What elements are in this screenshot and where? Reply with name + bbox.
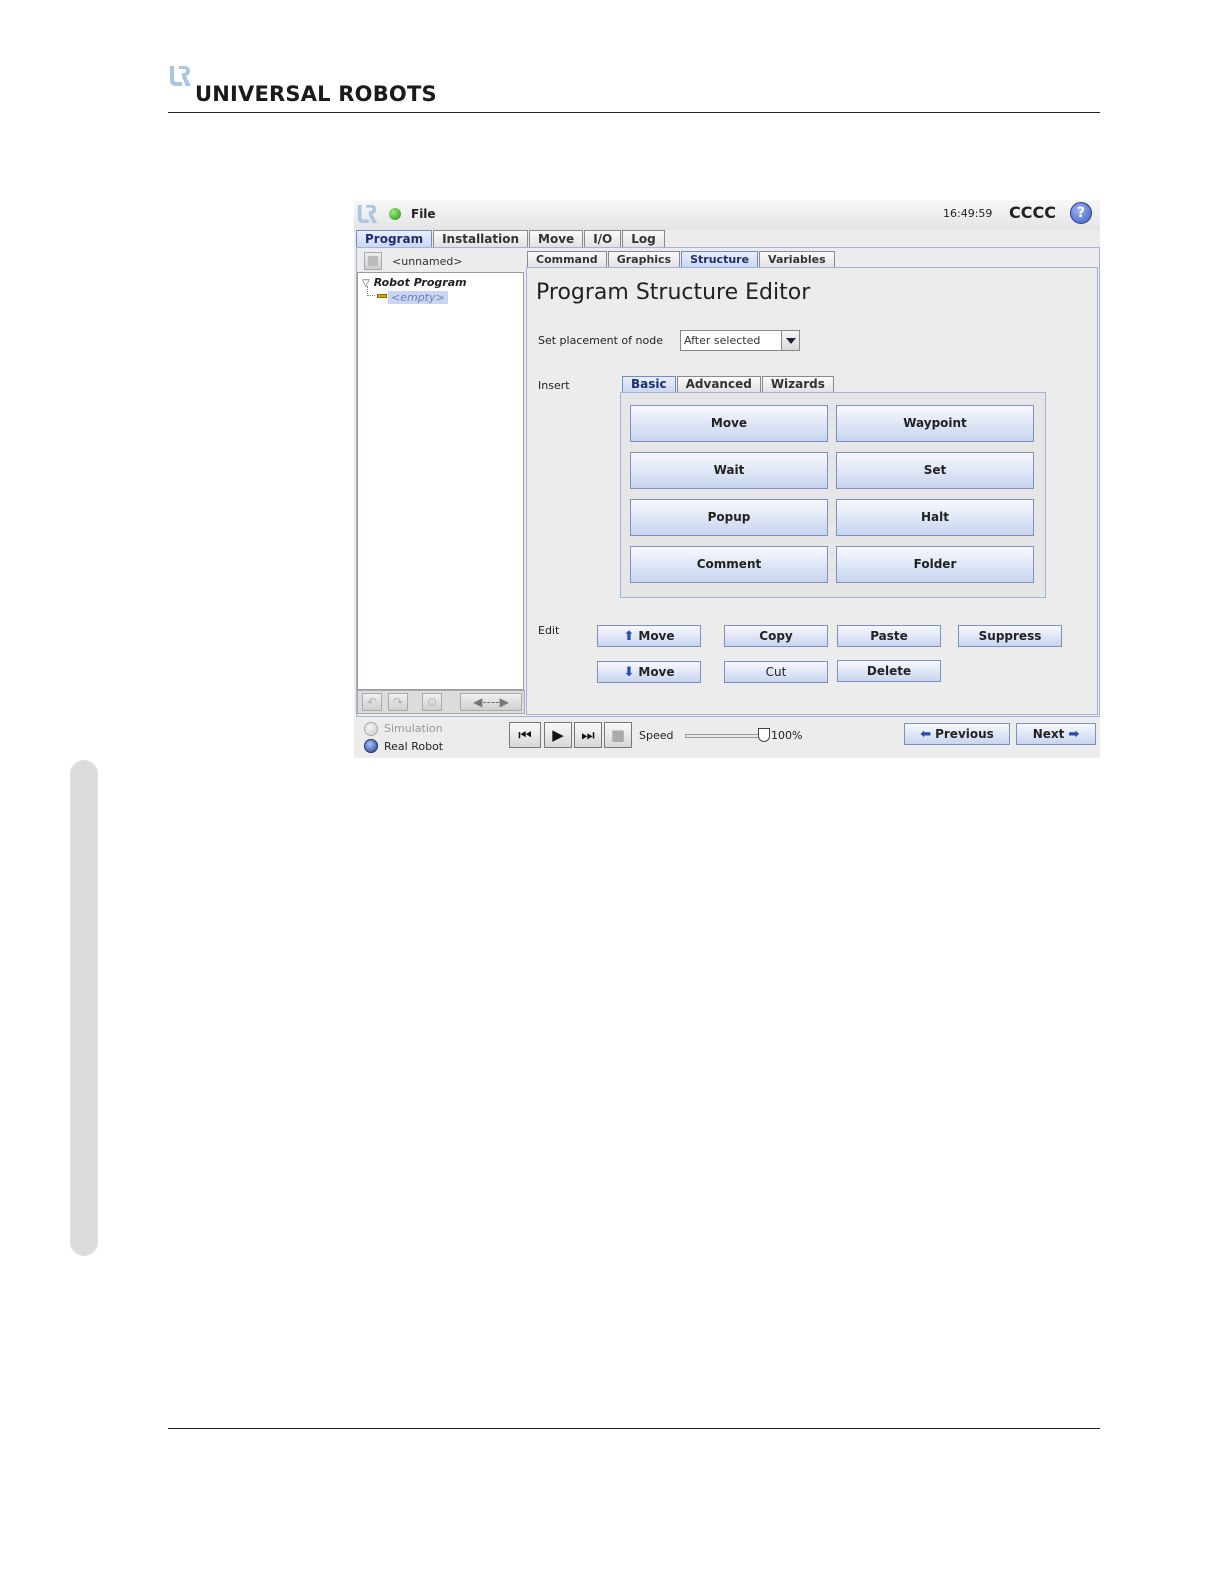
insert-waypoint-button[interactable]: Waypoint [836,405,1034,442]
brand-name: UNIVERSAL ROBOTS [195,82,437,106]
tab-variables[interactable]: Variables [759,251,835,267]
suppress-node-icon[interactable]: ⊙ [422,693,442,711]
tab-move[interactable]: Move [529,230,584,247]
stop-icon[interactable]: ■ [604,722,632,748]
arrow-up-icon: ⬆ [623,629,635,644]
bottom-bar: Simulation Real Robot ⏮ ▶ ⏭ ■ Speed 100%… [354,718,1100,758]
arrow-down-icon: ⬇ [623,665,635,680]
next-label: Next [1032,727,1065,741]
tab-graphics[interactable]: Graphics [607,251,681,267]
page-title: Program Structure Editor [536,280,811,305]
tree-root-node[interactable]: ▽ Robot Program [362,276,467,289]
program-sub-tabs: Command Graphics Structure Variables [527,251,836,268]
speed-label: Speed [639,729,674,742]
move-down-label: Move [638,665,675,679]
universal-robots-logo: UNIVERSAL ROBOTS [168,64,437,108]
ur-logo-icon [357,204,378,224]
next-button[interactable]: Next ➡ [1016,723,1096,745]
copy-button[interactable]: Copy [724,625,828,647]
insert-panel: Move Waypoint Wait Set Popup Halt Commen… [620,392,1046,598]
edit-label: Edit [538,624,560,637]
tab-io[interactable]: I/O [584,230,622,247]
insert-tabs: Basic Advanced Wizards [622,376,835,393]
simulation-radio[interactable] [364,722,378,736]
tree-toolbar: ↶ ↷ ⊙ ◀----▶ [357,690,525,714]
side-tab [70,760,98,1256]
suppress-button[interactable]: Suppress [958,625,1062,647]
title-bar: File 16:49:59 CCCC ? [354,200,1100,230]
speed-value: 100% [771,729,803,742]
tree-root-label: Robot Program [373,276,467,289]
arrow-left-icon: ⬅ [920,727,932,742]
program-tree: ▽ Robot Program <empty> [357,272,524,690]
polyscope-window: File 16:49:59 CCCC ? Program Installatio… [354,200,1100,758]
insert-wait-button[interactable]: Wait [630,452,828,489]
robot-status-icon [389,208,401,220]
real-robot-label: Real Robot [384,740,444,753]
play-icon[interactable]: ▶ [544,722,572,748]
ur-logo-mark-icon [170,66,191,86]
tree-empty-node[interactable]: <empty> [388,291,448,304]
help-icon[interactable]: ? [1070,202,1092,224]
move-up-label: Move [638,629,675,643]
tab-command[interactable]: Command [527,251,607,267]
header-rule [168,112,1100,113]
insert-set-button[interactable]: Set [836,452,1034,489]
placement-dropdown[interactable]: After selected [680,330,800,351]
clock: 16:49:59 [943,207,993,220]
tab-advanced[interactable]: Advanced [676,376,761,392]
expand-collapse-icon[interactable]: ◀----▶ [460,693,522,711]
paste-button[interactable]: Paste [837,625,941,647]
tree-connector [367,286,375,296]
footer-rule [168,1428,1100,1429]
insert-halt-button[interactable]: Halt [836,499,1034,536]
speed-slider[interactable] [685,734,765,738]
move-down-button[interactable]: ⬇ Move [597,661,701,683]
insert-label: Insert [538,379,570,392]
move-up-button[interactable]: ⬆ Move [597,625,701,647]
main-tabs: Program Installation Move I/O Log [356,230,666,248]
simulation-label: Simulation [384,722,443,735]
structure-editor: Program Structure Editor Set placement o… [526,267,1098,715]
tab-basic[interactable]: Basic [622,376,676,393]
arrow-right-icon: ➡ [1068,727,1080,742]
redo-icon[interactable]: ↷ [388,693,408,711]
file-menu[interactable]: File [411,207,436,221]
step-icon[interactable]: ⏭ [574,722,602,748]
undo-icon[interactable]: ↶ [362,693,382,711]
delete-button[interactable]: Delete [837,660,941,682]
insert-popup-button[interactable]: Popup [630,499,828,536]
tab-log[interactable]: Log [622,230,665,247]
insert-comment-button[interactable]: Comment [630,546,828,583]
placement-value: After selected [684,334,761,347]
previous-label: Previous [935,727,994,741]
insert-folder-button[interactable]: Folder [836,546,1034,583]
cut-button[interactable]: Cut [724,661,828,683]
real-robot-radio[interactable] [364,739,378,753]
program-name: <unnamed> [392,255,463,268]
placement-label: Set placement of node [538,334,663,347]
tab-structure[interactable]: Structure [681,251,759,268]
speed-slider-handle[interactable] [758,728,770,742]
insert-move-button[interactable]: Move [630,405,828,442]
chevron-down-icon[interactable] [781,331,799,350]
save-program-button[interactable] [364,252,382,270]
tab-program[interactable]: Program [356,230,433,248]
robot-name: CCCC [1009,203,1056,222]
tab-wizards[interactable]: Wizards [761,376,834,392]
empty-node-icon [377,294,387,298]
tab-installation[interactable]: Installation [433,230,529,247]
previous-button[interactable]: ⬅ Previous [904,723,1010,745]
skip-to-start-icon[interactable]: ⏮ [509,722,541,748]
